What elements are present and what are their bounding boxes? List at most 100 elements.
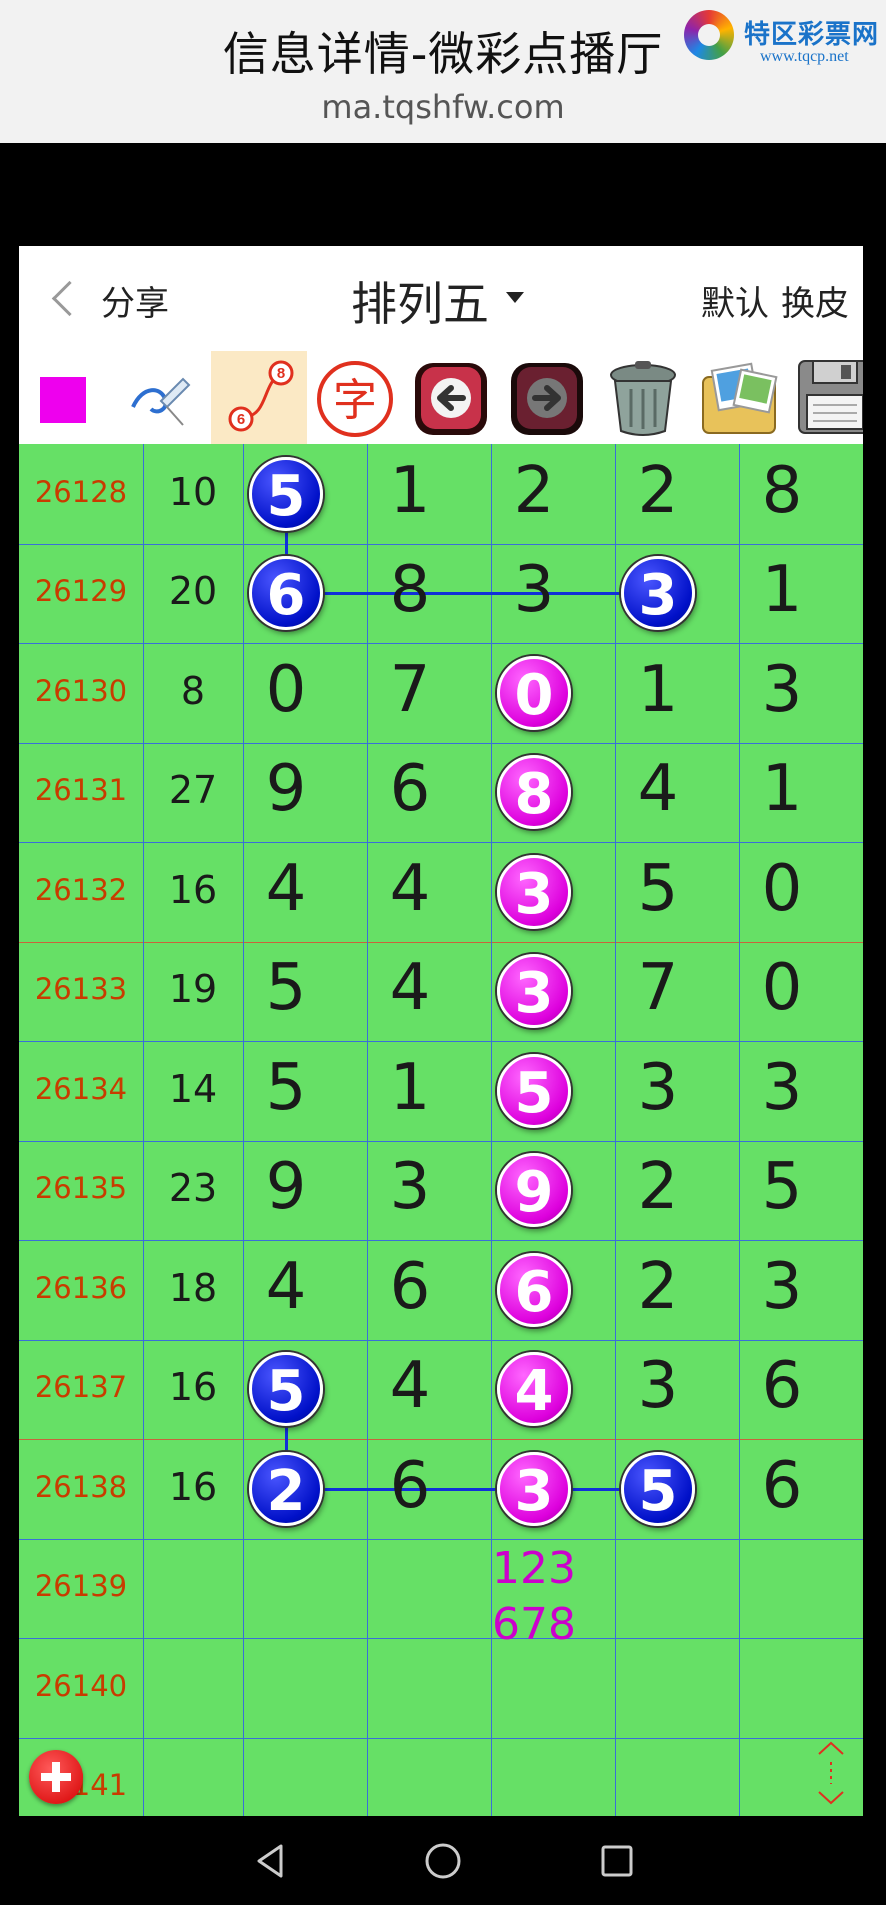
nav-back-icon[interactable] (245, 1836, 295, 1886)
period-cell: 26129 (34, 574, 128, 609)
row-divider (19, 1141, 863, 1142)
blue-ball[interactable]: 6 (249, 556, 323, 631)
period-cell: 26132 (34, 872, 128, 907)
sum-cell: 10 (168, 469, 218, 514)
digit-cell: 7 (389, 652, 431, 727)
digit-cell: 6 (389, 1448, 431, 1523)
digit-cell: 1 (761, 553, 803, 628)
svg-text:字: 字 (333, 375, 377, 426)
site-logo: 特区彩票网 www.tqcp.net (684, 10, 884, 66)
row-divider (19, 1738, 863, 1739)
magenta-ball[interactable]: 8 (497, 755, 571, 830)
digit-cell: 1 (389, 1050, 431, 1125)
digit-cell: 9 (265, 1150, 307, 1225)
period-cell: 26138 (34, 1469, 128, 1504)
digit-cell: 8 (389, 553, 431, 628)
blue-ball[interactable]: 2 (249, 1451, 323, 1526)
skin-button[interactable]: 换皮 (781, 284, 849, 324)
digit-cell: 3 (761, 652, 803, 727)
trash-icon (610, 361, 676, 436)
nav-home-icon[interactable] (418, 1836, 468, 1886)
ball-digit: 2 (266, 1458, 306, 1524)
trend-grid[interactable]: 26128 10 5 1 2 2 8 26129 20 6 8 3 3 1 26130 8 0 7 0 1 3 26131… (19, 444, 863, 1816)
default-button[interactable]: 默认 (701, 284, 769, 324)
ball-digit: 5 (266, 1359, 306, 1425)
period-cell: 26128 (34, 474, 128, 509)
digit-cell: 8 (761, 453, 803, 528)
connect-tool-button[interactable]: 8 6 (211, 351, 307, 444)
prediction-line: 678 (492, 1598, 576, 1650)
digit-cell: 4 (265, 851, 307, 926)
blue-ball[interactable]: 5 (249, 1352, 323, 1427)
period-cell: 26131 (34, 773, 128, 808)
magenta-ball[interactable]: 3 (497, 1451, 571, 1526)
lottery-title[interactable]: 排列五 (351, 268, 489, 334)
digit-cell: 6 (389, 1249, 431, 1324)
clear-button[interactable] (595, 351, 691, 444)
magenta-ball[interactable]: 5 (497, 1053, 571, 1128)
gallery-button[interactable] (691, 351, 787, 444)
ball-digit: 5 (514, 1060, 554, 1126)
digit-cell: 2 (637, 453, 679, 528)
save-button[interactable] (787, 351, 863, 444)
digit-cell: 3 (761, 1050, 803, 1125)
row-divider (19, 544, 863, 545)
redo-arrow-icon (511, 363, 583, 435)
pen-tool-button[interactable] (115, 351, 211, 444)
chevron-left-icon[interactable] (47, 278, 87, 322)
period-cell: 26134 (34, 1071, 128, 1106)
magenta-ball[interactable]: 3 (497, 854, 571, 929)
magenta-ball[interactable]: 9 (497, 1153, 571, 1228)
resize-vertical-icon[interactable] (813, 1740, 849, 1806)
nav-recents-icon[interactable] (592, 1836, 642, 1886)
row-divider (19, 1539, 863, 1540)
ball-digit: 9 (514, 1160, 554, 1226)
digit-cell: 7 (637, 951, 679, 1026)
row-divider (19, 1439, 863, 1440)
ball-digit: 3 (514, 1458, 554, 1524)
blue-ball[interactable]: 5 (249, 456, 323, 531)
sum-cell: 20 (168, 569, 218, 614)
blue-ball[interactable]: 5 (621, 1451, 695, 1526)
digit-cell: 3 (637, 1050, 679, 1125)
share-button[interactable]: 分享 (101, 276, 169, 325)
magenta-ball[interactable]: 4 (497, 1352, 571, 1427)
ball-digit: 3 (514, 861, 554, 927)
app-frame: 分享 排列五 默认 换皮 8 6 字 26128 10 5 1 2 2 8 26… (19, 246, 863, 1816)
magenta-ball[interactable]: 0 (497, 655, 571, 730)
magenta-ball[interactable]: 3 (497, 954, 571, 1029)
row-divider (19, 1638, 863, 1639)
toolbar: 8 6 字 (19, 351, 863, 444)
digit-cell: 4 (389, 851, 431, 926)
color-picker-button[interactable] (19, 351, 115, 444)
period-cell: 26130 (34, 673, 128, 708)
digit-cell: 4 (389, 1349, 431, 1424)
redo-button[interactable] (499, 351, 595, 444)
row-divider (19, 942, 863, 943)
ball-digit: 6 (514, 1259, 554, 1325)
plus-circle-icon[interactable] (29, 1750, 83, 1804)
ball-digit: 0 (514, 662, 554, 728)
logo-name: 特区彩票网 (744, 20, 880, 50)
dropdown-caret-icon[interactable] (506, 292, 524, 303)
digit-cell: 0 (761, 951, 803, 1026)
save-disk-icon (798, 360, 863, 434)
undo-button[interactable] (403, 351, 499, 444)
magenta-ball[interactable]: 6 (497, 1252, 571, 1327)
digit-cell: 3 (637, 1349, 679, 1424)
page-url: ma.tqshfw.com (321, 88, 565, 126)
digit-cell: 9 (265, 752, 307, 827)
text-icon: 字 (317, 361, 393, 437)
digit-cell: 3 (761, 1249, 803, 1324)
text-tool-button[interactable]: 字 (307, 351, 403, 444)
blue-ball[interactable]: 3 (621, 556, 695, 631)
app-header: 分享 排列五 默认 换皮 (19, 246, 863, 351)
digit-cell: 1 (389, 453, 431, 528)
row-divider (19, 1340, 863, 1341)
row-divider (19, 643, 863, 644)
digit-cell: 0 (761, 851, 803, 926)
column-divider (367, 444, 368, 1816)
ball-digit: 8 (514, 762, 554, 828)
digit-cell: 6 (761, 1349, 803, 1424)
connect-dots-icon: 8 6 (228, 360, 294, 432)
